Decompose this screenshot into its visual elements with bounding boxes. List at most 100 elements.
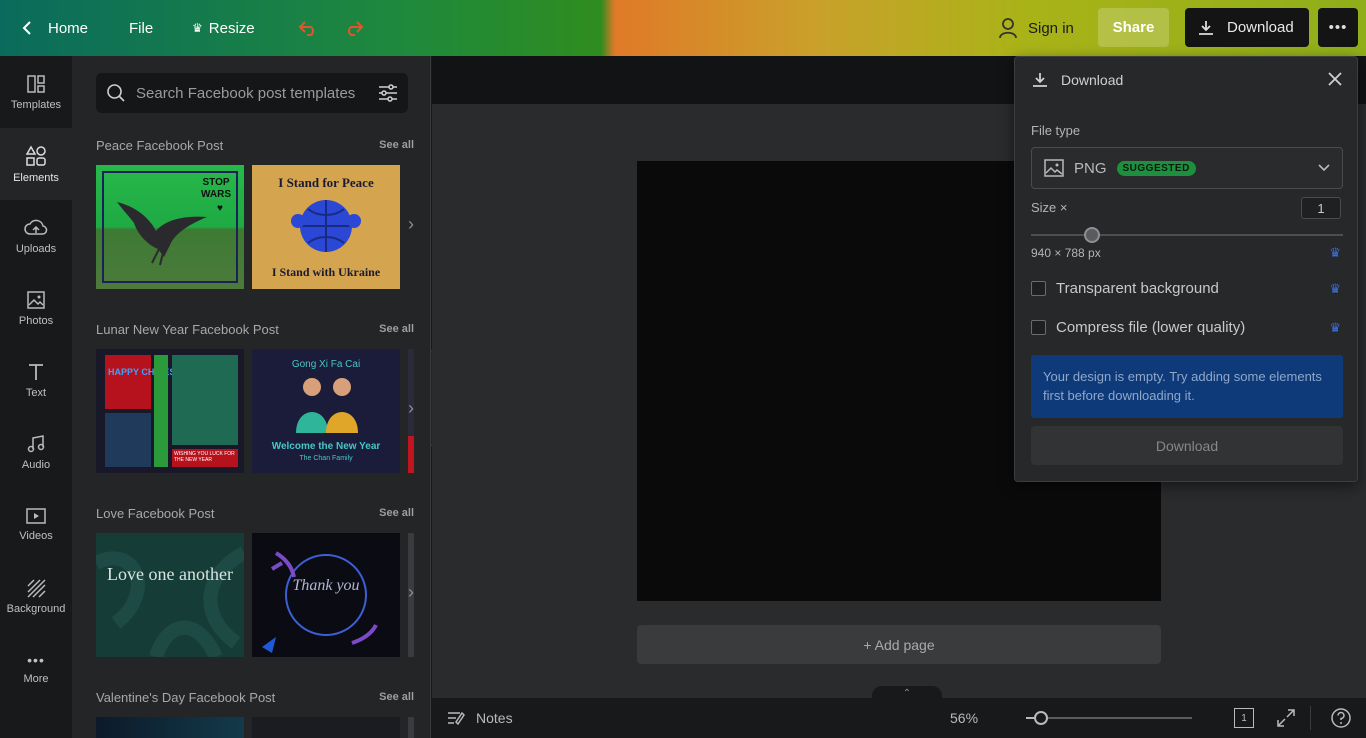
file-type-label: File type [1031, 123, 1081, 138]
download-panel-title: Download [1061, 72, 1124, 88]
share-label: Share [1112, 19, 1155, 36]
zoom-slider-thumb[interactable] [1034, 711, 1048, 725]
help-icon[interactable] [1330, 707, 1352, 729]
file-type-select[interactable]: PNG SUGGESTED [1031, 147, 1343, 189]
top-bar: Home File ♛ Resize Sign in Share Downloa… [0, 0, 1366, 56]
page-count-button[interactable]: 1 [1234, 708, 1254, 728]
redo-icon [348, 21, 364, 36]
transparent-background-option[interactable]: Transparent background [1031, 280, 1219, 297]
see-all-link[interactable]: See all [379, 323, 414, 335]
rail-item-text[interactable]: Text [0, 344, 72, 416]
more-dots-icon: ••• [27, 651, 45, 668]
add-page-label: + Add page [863, 636, 935, 653]
globe-hands-icon [291, 200, 361, 252]
thumb-text: The Chan Family [299, 455, 353, 462]
rail-label: Uploads [15, 242, 57, 255]
templates-panel: Peace Facebook Post See all STOP WARS ♥ … [72, 56, 431, 738]
file-menu[interactable]: File [129, 0, 153, 56]
notes-button[interactable]: Notes [446, 709, 513, 727]
rail-label: Photos [18, 314, 54, 327]
download-submit-button[interactable]: Download [1031, 426, 1343, 465]
crown-icon: ♛ [1329, 245, 1341, 260]
thumb-text: WISHING YOU LUCK FOR THE NEW YEAR [172, 449, 238, 467]
music-note-icon [27, 434, 45, 452]
rail-item-background[interactable]: Background [0, 560, 72, 632]
chevron-right-icon[interactable]: › [408, 398, 414, 419]
template-thumbnail[interactable]: Love one another [96, 533, 244, 657]
elements-icon [25, 144, 46, 166]
template-thumbnail[interactable] [252, 717, 400, 738]
section-title: Peace Facebook Post [96, 138, 224, 153]
compress-file-label: Compress file (lower quality) [1056, 319, 1246, 336]
size-slider-thumb[interactable] [1084, 227, 1100, 243]
chevron-right-icon[interactable]: › [408, 214, 414, 235]
resize-label: Resize [208, 19, 255, 37]
template-thumbnail[interactable]: I Stand for Peace I Stand with Ukraine [252, 165, 400, 289]
page-number: 1 [1241, 712, 1247, 724]
notes-label: Notes [476, 710, 513, 726]
redo-button[interactable] [344, 0, 364, 56]
divider [1310, 706, 1311, 730]
chevron-down-icon [1318, 164, 1330, 172]
download-icon [1199, 20, 1213, 35]
compress-file-checkbox[interactable] [1031, 320, 1046, 335]
undo-button[interactable] [298, 0, 318, 56]
empty-design-alert: Your design is empty. Try adding some el… [1031, 355, 1343, 418]
thumb-text: Gong Xi Fa Cai [291, 359, 361, 370]
see-all-link[interactable]: See all [379, 507, 414, 519]
chevron-right-icon[interactable]: › [408, 582, 414, 603]
home-button[interactable]: Home [20, 0, 88, 56]
templates-icon [27, 74, 45, 93]
see-all-link[interactable]: See all [379, 691, 414, 703]
rail-item-more[interactable]: ••• More [0, 632, 72, 704]
download-panel-header: Download [1015, 57, 1359, 103]
file-type-value: PNG [1074, 159, 1107, 177]
see-all-link[interactable]: See all [379, 139, 414, 151]
add-page-button[interactable]: + Add page [637, 625, 1161, 664]
share-button[interactable]: Share [1098, 8, 1169, 47]
size-slider-track[interactable] [1031, 234, 1343, 236]
rail-item-templates[interactable]: Templates [0, 56, 72, 128]
thumb-text: Thank you [292, 577, 360, 594]
photo-icon [27, 290, 45, 309]
sign-in-button[interactable]: Sign in [998, 0, 1074, 56]
filter-sliders-icon[interactable] [378, 83, 398, 103]
thumb-block [154, 355, 168, 467]
search-icon [107, 84, 125, 102]
download-icon [1033, 73, 1047, 87]
more-options-button[interactable]: ••• [1318, 8, 1358, 47]
download-button[interactable]: Download [1185, 8, 1309, 47]
rail-item-uploads[interactable]: Uploads [0, 200, 72, 272]
download-label: Download [1227, 19, 1294, 36]
leaf-pattern-icon [96, 546, 244, 657]
user-icon [999, 18, 1017, 39]
template-thumbnail[interactable]: Thank you [252, 533, 400, 657]
home-label: Home [48, 19, 89, 37]
transparent-background-checkbox[interactable] [1031, 281, 1046, 296]
zoom-percentage[interactable]: 56% [950, 710, 978, 726]
crown-icon: ♛ [1329, 281, 1341, 296]
thumb-text: Welcome the New Year [271, 441, 381, 452]
section-title: Valentine's Day Facebook Post [96, 690, 276, 705]
floral-wreath-icon [262, 551, 378, 653]
rail-item-audio[interactable]: Audio [0, 416, 72, 488]
fullscreen-icon[interactable] [1276, 708, 1296, 728]
compress-file-option[interactable]: Compress file (lower quality) [1031, 319, 1245, 336]
template-thumbnail[interactable] [96, 717, 244, 738]
size-multiplier-input[interactable]: 1 [1301, 197, 1341, 219]
template-thumbnail[interactable]: STOP WARS ♥ [96, 165, 244, 289]
search-input[interactable] [136, 84, 368, 102]
template-thumbnail[interactable]: HAPPY CHINESE NEW YEAR WISHING YOU LUCK … [96, 349, 244, 473]
rail-item-elements[interactable]: Elements [0, 128, 72, 200]
rail-item-videos[interactable]: Videos [0, 488, 72, 560]
template-thumbnail[interactable]: Gong Xi Fa Cai Welcome the New Year The … [252, 349, 400, 473]
rail-label: Elements [13, 171, 59, 184]
search-box[interactable] [96, 73, 408, 113]
rail-item-photos[interactable]: Photos [0, 272, 72, 344]
close-icon[interactable] [1327, 71, 1343, 87]
resize-button[interactable]: ♛ Resize [192, 0, 255, 56]
text-icon [29, 363, 43, 380]
thumb-text: I Stand for Peace [278, 175, 374, 190]
zoom-slider-track[interactable] [1026, 717, 1192, 719]
video-icon [26, 507, 46, 524]
